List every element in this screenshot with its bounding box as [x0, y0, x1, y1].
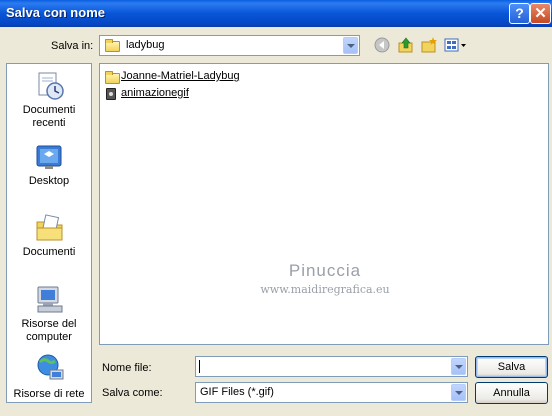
chevron-down-icon[interactable]: [343, 37, 358, 54]
save-in-label: Salva in:: [51, 40, 94, 52]
new-folder-icon: [421, 37, 437, 53]
place-my-computer[interactable]: Risorse del computer: [7, 318, 91, 344]
place-network[interactable]: Risorse di rete: [7, 388, 91, 401]
list-item[interactable]: Joanne-Matriel-Ladybug: [104, 69, 254, 85]
folder-icon: [105, 71, 120, 84]
desktop-icon: [34, 141, 66, 173]
back-arrow-icon: [374, 37, 390, 53]
place-recent-documents[interactable]: Documenti recenti: [7, 104, 91, 130]
folder-icon: [105, 39, 120, 52]
savetype-label: Salva come:: [102, 387, 163, 399]
watermark-name: Pinuccia: [288, 261, 362, 280]
up-folder-button[interactable]: [398, 37, 414, 53]
network-places-icon: [34, 352, 66, 384]
watermark-url: www.maidiregrafica.eu: [260, 283, 390, 296]
file-list[interactable]: Joanne-Matriel-Ladybug animazionegif Pin…: [99, 63, 549, 345]
filename-field[interactable]: [195, 356, 468, 377]
chevron-down-icon[interactable]: [451, 358, 466, 375]
savetype-combo[interactable]: GIF Files (*.gif): [195, 382, 468, 403]
list-item[interactable]: animazionegif: [104, 86, 204, 102]
text-cursor: [199, 360, 200, 373]
close-button[interactable]: ✕: [530, 3, 551, 24]
places-bar: Documenti recenti Desktop Documenti Riso…: [6, 63, 92, 403]
save-button[interactable]: Salva: [475, 356, 548, 378]
up-one-level-icon: [398, 37, 413, 53]
savetype-value: GIF Files (*.gif): [200, 386, 274, 398]
chevron-down-icon[interactable]: [451, 384, 466, 401]
new-folder-button[interactable]: [421, 37, 437, 53]
filename-label: Nome file:: [102, 362, 152, 374]
save-in-value: ladybug: [126, 39, 165, 51]
cancel-button[interactable]: Annulla: [475, 382, 548, 404]
gif-file-icon: [106, 88, 116, 100]
save-in-combo[interactable]: ladybug: [99, 35, 360, 56]
my-computer-icon: [34, 284, 66, 316]
file-name: Joanne-Matriel-Ladybug: [121, 70, 240, 82]
file-name: animazionegif: [121, 87, 189, 99]
my-documents-icon: [34, 212, 66, 244]
view-menu-button[interactable]: [444, 37, 468, 53]
help-button[interactable]: ?: [509, 3, 530, 24]
recent-documents-icon: [34, 70, 66, 102]
view-menu-icon: [444, 38, 466, 52]
title-bar: Salva con nome ? ✕: [0, 0, 552, 27]
back-button[interactable]: [374, 37, 390, 53]
place-documents[interactable]: Documenti: [7, 246, 91, 259]
place-desktop[interactable]: Desktop: [7, 175, 91, 188]
window-title: Salva con nome: [6, 5, 105, 20]
